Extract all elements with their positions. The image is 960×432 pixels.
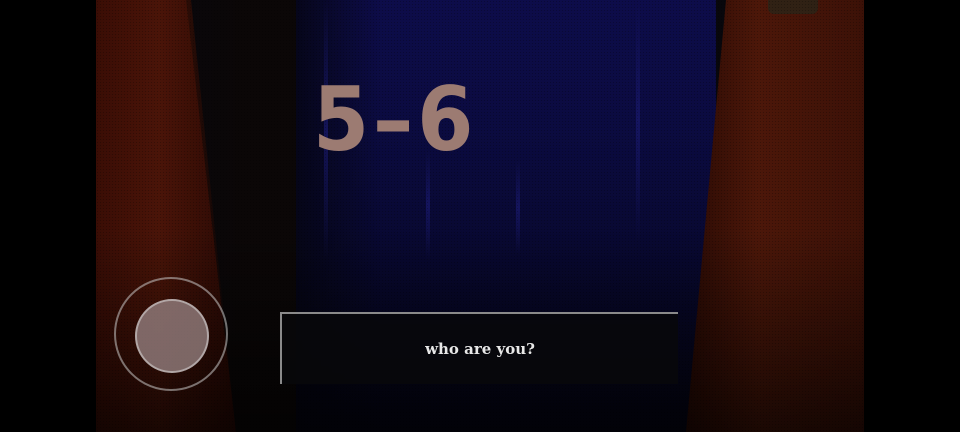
joystick-knob[interactable] xyxy=(135,299,209,373)
ceiling-object xyxy=(768,0,818,14)
game-screen: 5–6 who are you? xyxy=(0,0,960,432)
dialogue-box[interactable]: who are you? xyxy=(280,312,678,384)
wall-drip xyxy=(636,0,640,240)
dialogue-text: who are you? xyxy=(425,340,535,358)
level-number: 5–6 xyxy=(312,68,478,171)
